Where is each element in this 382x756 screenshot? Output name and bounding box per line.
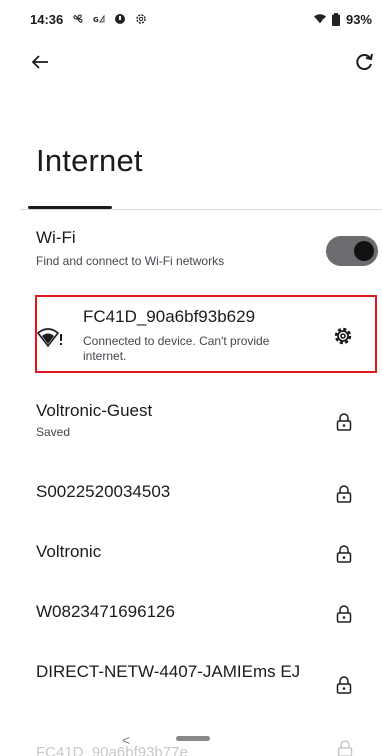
network-name: W0823471696126 xyxy=(36,602,175,621)
wifi-toggle-row[interactable]: Wi-Fi Find and connect to Wi-Fi networks xyxy=(36,228,382,278)
lock-icon xyxy=(334,675,354,695)
battery-level: 93% xyxy=(345,11,372,27)
switch-knob xyxy=(354,241,374,261)
wifi-status-icon xyxy=(313,13,326,25)
arrow-left-icon xyxy=(31,55,48,69)
wifi-warning-icon xyxy=(37,328,62,348)
svg-text:G: G xyxy=(93,16,99,24)
network-name: DIRECT-NETW-4407-JAMIEms EJ xyxy=(36,662,301,681)
status-right: 93% xyxy=(313,11,372,27)
list-item[interactable]: Voltronic xyxy=(36,541,382,571)
navigation-bar: < xyxy=(0,728,382,756)
privacy-icon xyxy=(114,13,126,25)
page-title: Internet xyxy=(36,143,143,178)
top-app-bar xyxy=(0,42,382,82)
battery-icon xyxy=(330,12,342,26)
lock-icon xyxy=(334,604,354,624)
network-name: Voltronic xyxy=(36,542,102,561)
settings-status-icon xyxy=(135,13,147,25)
fan-icon xyxy=(72,13,84,25)
back-button[interactable] xyxy=(26,48,54,76)
lock-icon xyxy=(334,544,354,564)
divider xyxy=(20,209,382,210)
list-item[interactable]: S0022520034503 xyxy=(36,481,382,511)
lock-icon xyxy=(334,484,354,504)
clock: 14:36 xyxy=(30,11,64,27)
network-name: S0022520034503 xyxy=(36,482,171,501)
list-item[interactable]: DIRECT-NETW-4407-JAMIEms EJ xyxy=(36,661,382,711)
network-name: FC41D_90a6bf93b629 xyxy=(83,307,256,326)
connected-network-row[interactable]: FC41D_90a6bf93b629 Connected to device. … xyxy=(35,295,377,373)
gear-icon[interactable] xyxy=(331,324,355,348)
list-item[interactable]: Voltronic-Guest Saved xyxy=(36,400,382,450)
lock-icon xyxy=(334,412,354,432)
status-bar: 14:36 G 93% xyxy=(0,0,382,38)
status-left: 14:36 G xyxy=(30,12,147,27)
refresh-icon xyxy=(356,53,373,71)
nav-back-button[interactable]: < xyxy=(122,732,130,748)
list-item[interactable]: W0823471696126 xyxy=(36,601,382,631)
network-status: Saved xyxy=(36,425,71,439)
network-status: Connected to device. Can't provide inter… xyxy=(83,334,270,363)
home-handle[interactable] xyxy=(176,736,210,741)
refresh-button[interactable] xyxy=(350,48,378,76)
wifi-switch[interactable] xyxy=(326,236,378,266)
signal-icon: G xyxy=(93,13,105,25)
network-name: Voltronic-Guest xyxy=(36,401,153,420)
